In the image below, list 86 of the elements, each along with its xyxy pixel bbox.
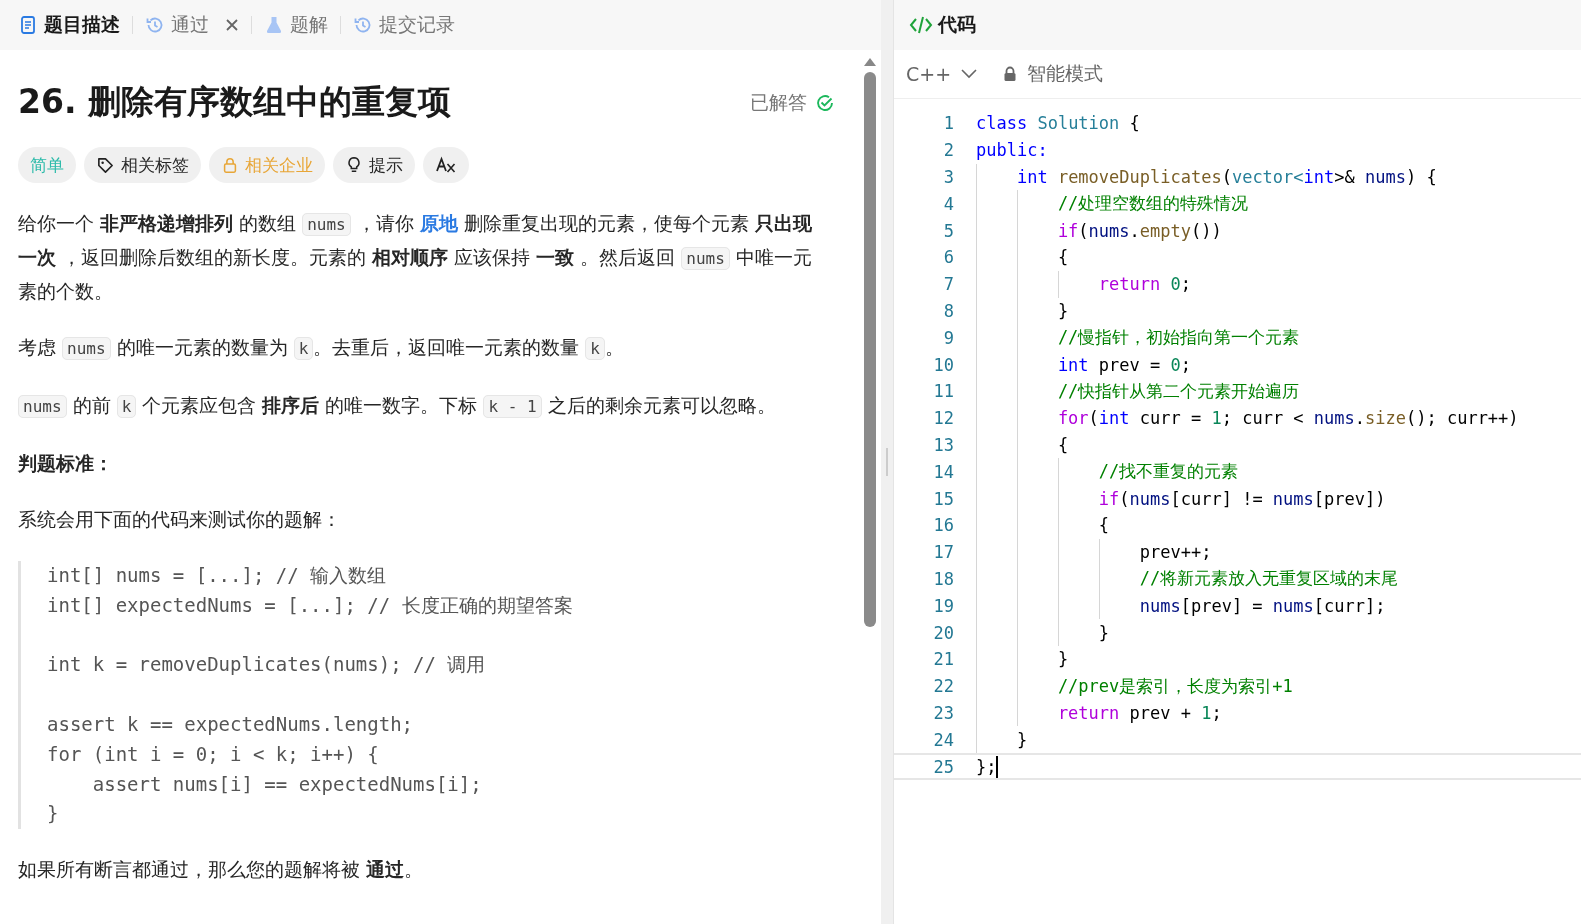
description-paragraph: nums 的前 k 个元素应包含 排序后 的唯一数字。下标 k - 1 之后的剩余元素可以忽略。 <box>18 389 818 423</box>
code-snippet: int k = removeDuplicates(nums); // 调用 <box>47 652 487 678</box>
translate-icon <box>435 155 457 175</box>
code-line: } <box>1056 649 1069 670</box>
problem-title: 26. 删除有序数组中的重复项 <box>18 81 452 123</box>
tag-icon <box>96 155 115 175</box>
line-number: 1 <box>942 113 955 134</box>
description-paragraph: 给你一个 非严格递增排列 的数组 nums ，请你 原地 删除重复出现的元素，使每个元素 只出现一次 ，返回删除后数组的新长度。元素的 相对顺序 应该保持 一致 。然后返回 nums 中唯一元素的个数。 <box>18 211 813 304</box>
panel-title: 代码 <box>938 12 976 37</box>
description-paragraph: 系统会用下面的代码来测试你的题解： <box>18 507 342 532</box>
code-line: nums[prev] = nums[curr]; <box>1138 595 1386 616</box>
code-line: return prev + 1; <box>1056 702 1222 723</box>
line-number: 20 <box>932 622 955 643</box>
code-line: //快指针从第二个元素开始遍历 <box>1056 379 1300 403</box>
chevron-down-icon <box>961 69 978 79</box>
line-number: 6 <box>942 247 955 268</box>
flask-icon <box>264 15 284 35</box>
section-heading: 判题标准： <box>18 451 114 476</box>
line-number: 9 <box>942 327 955 348</box>
line-number: 7 <box>942 274 955 295</box>
code-icon <box>908 15 934 35</box>
line-number: 18 <box>932 568 955 589</box>
code-snippet: assert k == expectedNums.length; for (int i = 0; i < k; i++) { assert nums[i] == expectedNums[i]; } <box>47 712 483 827</box>
close-icon[interactable] <box>225 18 239 32</box>
line-number: 10 <box>932 354 955 375</box>
line-number: 8 <box>942 300 955 321</box>
line-number: 22 <box>932 676 955 697</box>
code-snippet: int[] nums = [...]; // 输入数组 int[] expectedNums = [...]; // 长度正确的期望答案 <box>47 563 574 618</box>
line-number: 21 <box>932 649 955 670</box>
line-number: 3 <box>942 167 955 187</box>
code-line: int removeDuplicates(vector<int>& nums) { <box>1015 167 1437 187</box>
lock-icon <box>221 156 239 174</box>
line-number: 13 <box>932 434 955 455</box>
document-icon <box>18 15 38 35</box>
code-line: //将新元素放入无重复区域的末尾 <box>1138 567 1399 591</box>
lightbulb-icon <box>345 156 363 174</box>
code-line: if(nums[curr] != nums[prev]) <box>1097 488 1386 509</box>
line-number: 2 <box>942 140 955 161</box>
tag-chip[interactable] <box>423 147 469 183</box>
description-paragraph: 如果所有断言都通过，那么您的题解将被 通过。 <box>18 857 425 883</box>
line-number: 25 <box>932 756 955 777</box>
code-line: } <box>1056 300 1069 321</box>
code-line: }; <box>976 756 997 777</box>
code-line: //处理空数组的特殊情况 <box>1056 192 1249 216</box>
line-number: 16 <box>932 515 955 536</box>
tag-chip[interactable]: 相关标签 <box>84 147 201 183</box>
code-line: int prev = 0; <box>1056 354 1191 375</box>
code-line: if(nums.empty()) <box>1056 220 1222 241</box>
solved-status: 已解答 <box>750 89 807 115</box>
line-number: 11 <box>932 381 955 402</box>
line-number: 4 <box>942 193 955 214</box>
panel-tab[interactable]: 题目描述 <box>14 8 124 42</box>
check-circle-icon <box>815 92 835 113</box>
line-number: 23 <box>932 702 955 723</box>
code-line: } <box>1097 622 1110 643</box>
inline-link[interactable]: 原地 <box>419 212 458 234</box>
panel-tab[interactable]: 通过 <box>141 8 243 42</box>
code-line: public: <box>976 140 1048 161</box>
history-icon <box>353 15 373 35</box>
code-line: for(int curr = 1; curr < nums.size(); curr++) <box>1056 408 1519 429</box>
code-line: //prev是索引，长度为索引+1 <box>1056 674 1293 698</box>
panel-tab[interactable]: 题解 <box>260 8 332 42</box>
code-line: { <box>1056 247 1069 268</box>
code-line: //找不重复的元素 <box>1097 460 1239 484</box>
code-line: class Solution { <box>976 113 1140 134</box>
line-number: 24 <box>932 729 955 750</box>
code-line: { <box>1056 434 1069 455</box>
history-icon <box>145 15 165 35</box>
code-line: } <box>1015 729 1028 750</box>
mode-button[interactable]: 智能模式 <box>1003 61 1104 87</box>
line-number: 14 <box>932 461 955 482</box>
code-line: //慢指针，初始指向第一个元素 <box>1056 326 1300 350</box>
code-line: { <box>1097 515 1110 536</box>
line-number: 12 <box>932 408 955 429</box>
description-paragraph: 考虑 nums 的唯一元素的数量为 k 。去重后，返回唯一元素的数量 k 。 <box>18 335 625 362</box>
code-line: return 0; <box>1097 274 1191 295</box>
tag-chip[interactable]: 提示 <box>333 147 415 183</box>
line-number: 5 <box>942 220 955 241</box>
line-number: 17 <box>932 542 955 563</box>
text-cursor <box>996 755 999 778</box>
line-number: 15 <box>932 488 955 509</box>
code-line: prev++; <box>1138 542 1212 563</box>
line-number: 19 <box>932 595 955 616</box>
language-dropdown[interactable]: C++ <box>906 63 978 85</box>
lock-icon <box>1003 66 1018 82</box>
panel-tab[interactable]: 提交记录 <box>349 8 459 42</box>
